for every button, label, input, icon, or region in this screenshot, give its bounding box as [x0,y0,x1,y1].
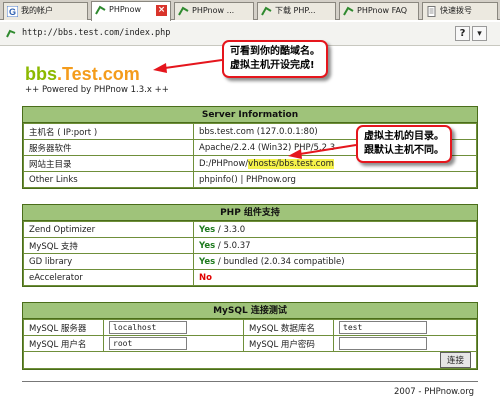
callout-line: 虚拟主机的目录。 [364,131,444,142]
callout-domain: 可看到你的酷域名。 虚拟主机开设完成! [222,40,328,78]
arrow-to-logo [164,59,223,69]
callout-vhost-dir: 虚拟主机的目录。 跟默认主机不同。 [356,125,452,163]
arrow-head-logo [153,63,167,73]
arrow-head-vhost [288,149,302,159]
callout-line: 虚拟主机开设完成! [230,60,315,71]
callout-line: 跟默认主机不同。 [364,145,444,156]
arrow-to-vhost-dir [299,144,357,155]
callout-line: 可看到你的酷域名。 [230,46,320,57]
